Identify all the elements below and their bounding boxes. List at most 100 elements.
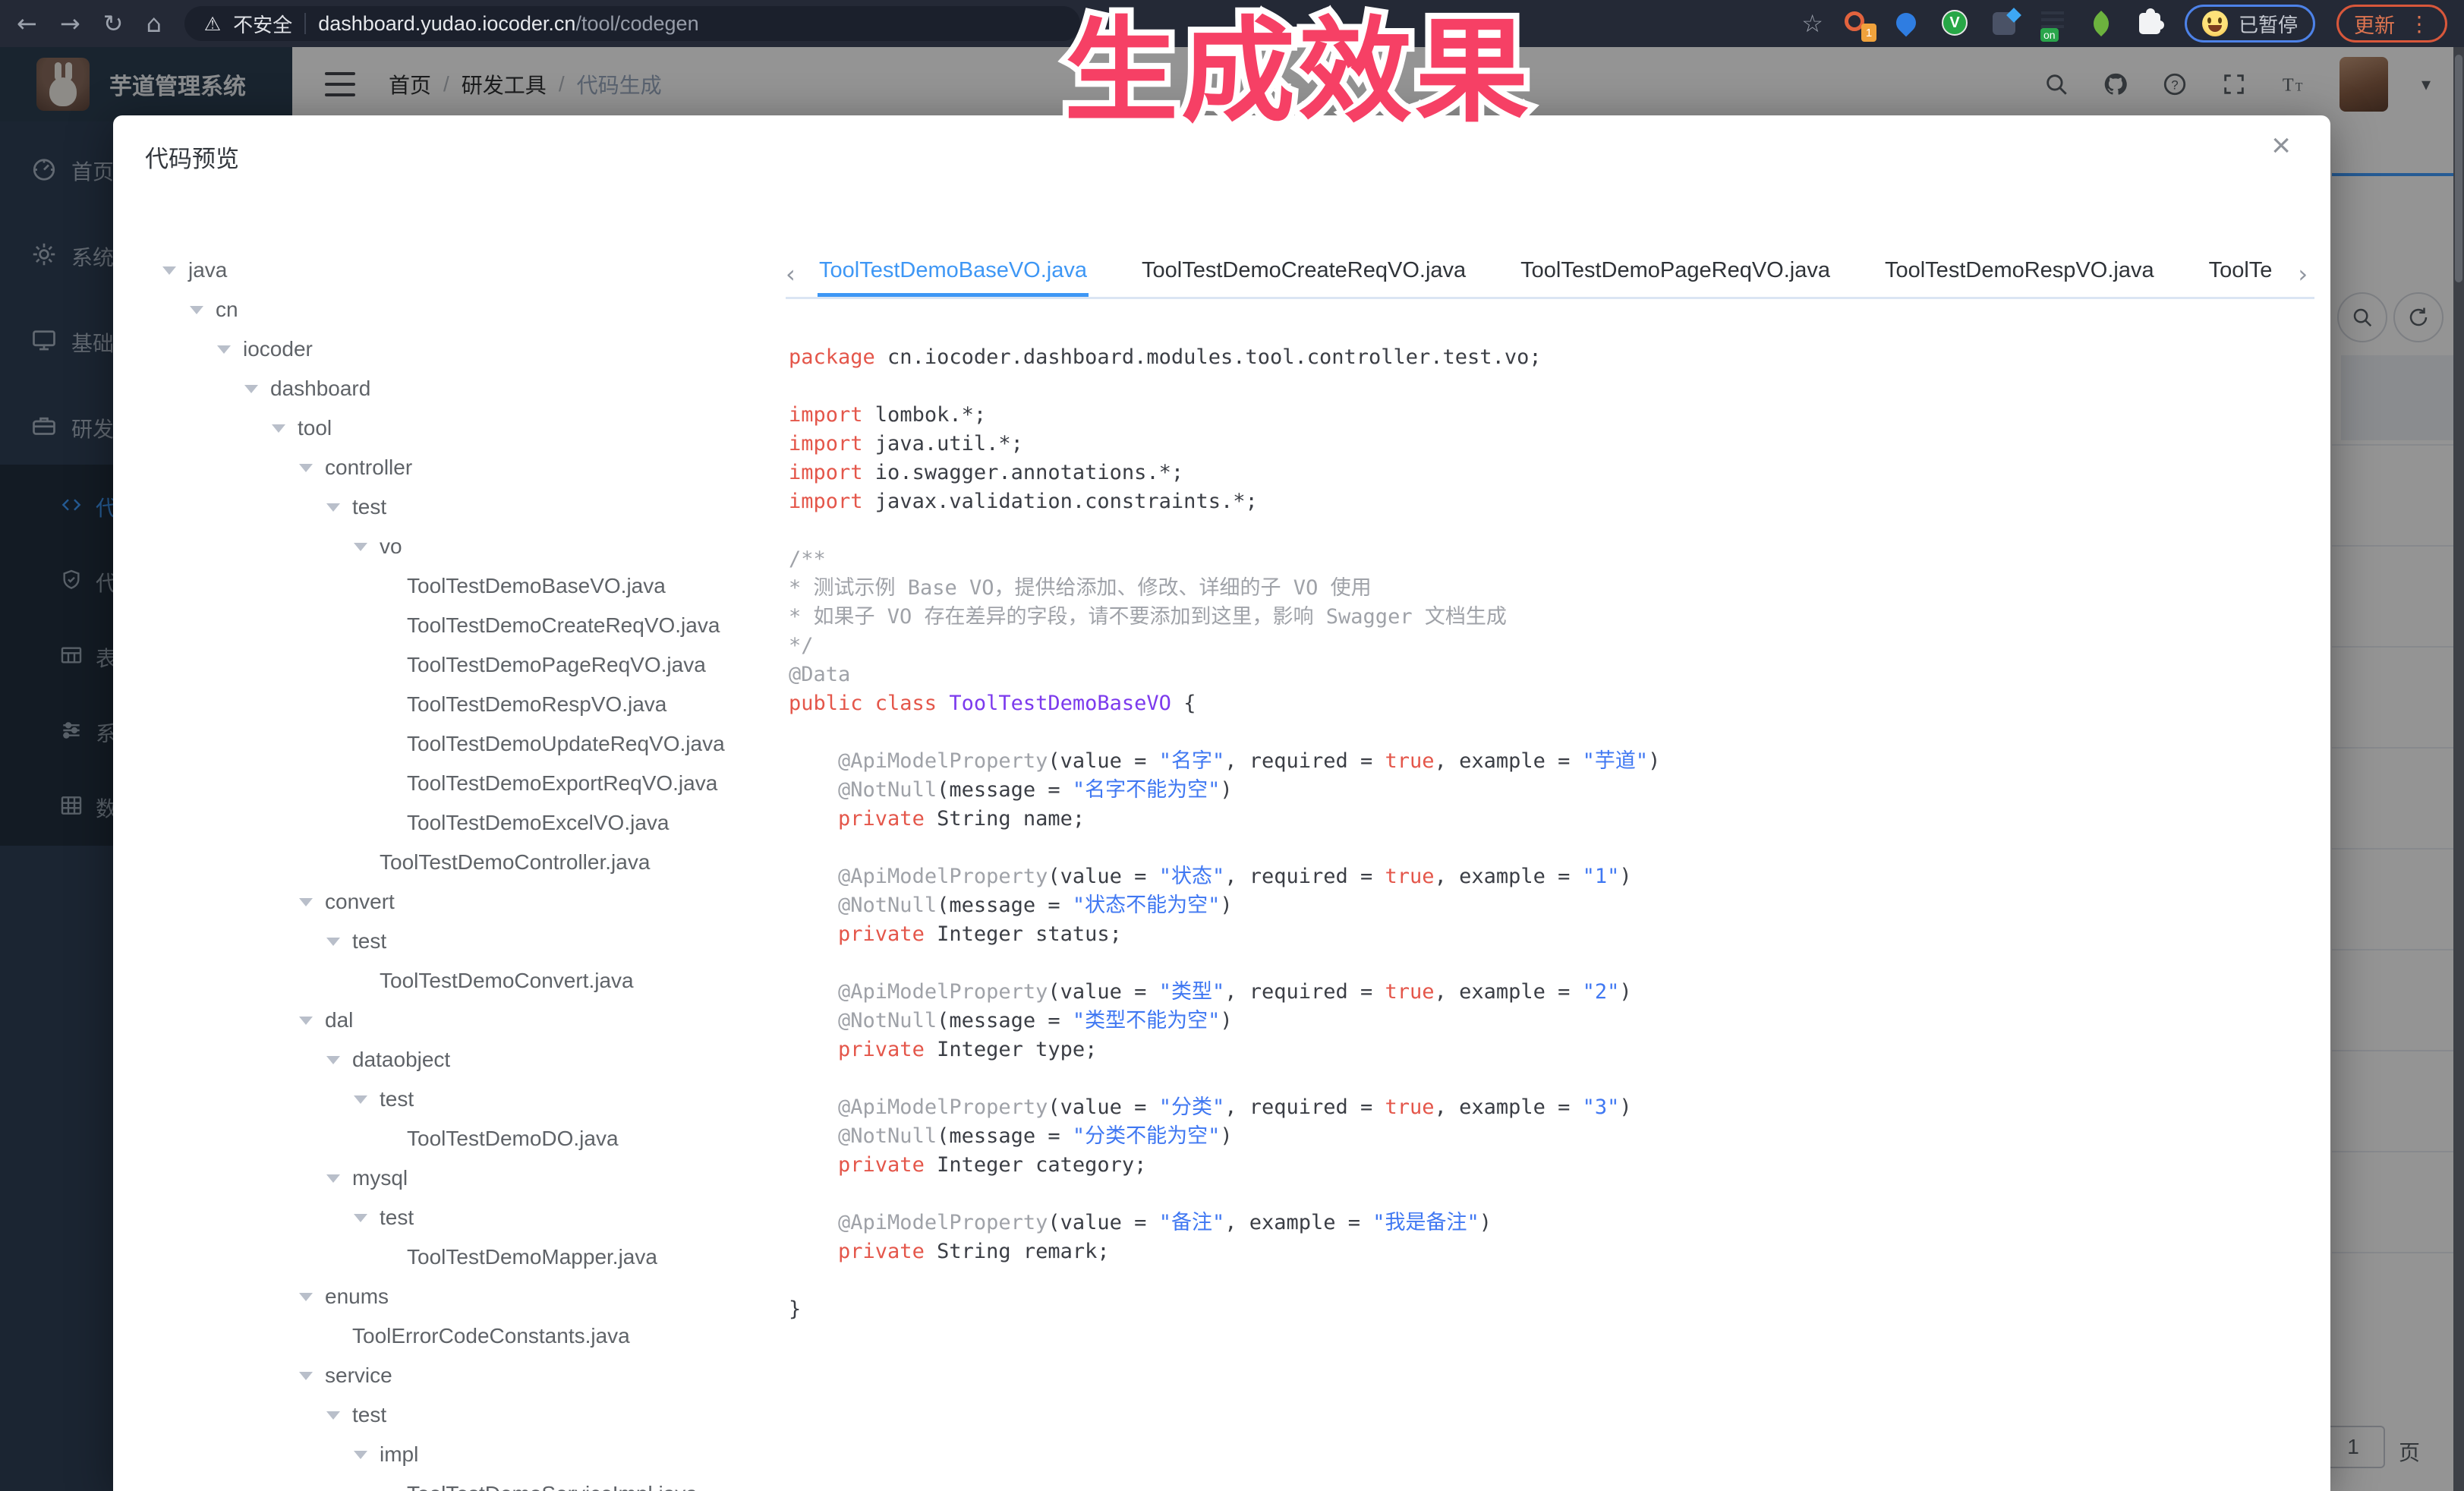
code-line: private String remark; [789, 1237, 1660, 1266]
tree-expand-icon[interactable] [190, 306, 203, 314]
tree-file[interactable]: ToolTestDemoExportReqVO.java [113, 764, 785, 803]
tree-file[interactable]: ToolTestDemoServiceImpl.java [113, 1474, 785, 1491]
tree-expand-icon[interactable] [354, 543, 367, 551]
tree-folder[interactable]: iocoder [113, 329, 785, 369]
tree-node-label: ToolTestDemoServiceImpl.java [407, 1482, 698, 1491]
address-bar[interactable]: ⚠ 不安全 dashboard.yudao.iocoder.cn/tool/co… [184, 6, 1080, 41]
tree-expand-icon[interactable] [217, 345, 231, 354]
tree-folder[interactable]: cn [113, 290, 785, 329]
tree-folder[interactable]: service [113, 1356, 785, 1395]
tree-expand-icon[interactable] [326, 1411, 340, 1420]
tree-file[interactable]: ToolTestDemoExcelVO.java [113, 803, 785, 843]
code-line: @NotNull(message = "分类不能为空") [789, 1122, 1660, 1151]
tabs-scroll-left-icon[interactable]: ‹ [786, 260, 819, 288]
tree-expand-icon[interactable] [299, 464, 313, 472]
code-line: @ApiModelProperty(value = "名字", required… [789, 747, 1660, 776]
tree-folder[interactable]: vo [113, 527, 785, 566]
file-tab-3[interactable]: ToolTestDemoRespVO.java [1885, 258, 2154, 297]
file-tree: javacniocoderdashboardtoolcontrollertest… [113, 251, 785, 1491]
tree-folder[interactable]: controller [113, 448, 785, 487]
tree-folder[interactable]: test [113, 1080, 785, 1119]
tree-file[interactable]: ToolTestDemoBaseVO.java [113, 566, 785, 606]
close-icon[interactable]: × [2271, 129, 2291, 162]
tree-file[interactable]: ToolTestDemoController.java [113, 843, 785, 882]
extension-icon[interactable]: on [2039, 10, 2066, 37]
tree-file[interactable]: ToolErrorCodeConstants.java [113, 1316, 785, 1356]
tree-node-label: dal [325, 1008, 353, 1032]
tree-expand-icon[interactable] [299, 1293, 313, 1301]
tree-folder[interactable]: test [113, 1198, 785, 1237]
tree-node-label: ToolTestDemoBaseVO.java [407, 574, 666, 598]
browser-update-button[interactable]: 更新 ⋮ [2336, 5, 2447, 43]
browser-menu-icon[interactable]: ⋮ [2409, 11, 2430, 36]
back-icon[interactable]: ← [17, 11, 37, 36]
tree-folder[interactable]: java [113, 251, 785, 290]
tree-node-label: ToolTestDemoExportReqVO.java [407, 771, 717, 796]
file-tab-2[interactable]: ToolTestDemoPageReqVO.java [1520, 258, 1830, 297]
tree-expand-icon[interactable] [244, 385, 258, 393]
update-label: 更新 [2354, 9, 2395, 39]
tree-file[interactable]: ToolTestDemoDO.java [113, 1119, 785, 1158]
tree-node-label: java [188, 258, 227, 282]
tree-folder[interactable]: tool [113, 408, 785, 448]
url-text[interactable]: dashboard.yudao.iocoder.cn/tool/codegen [318, 12, 698, 36]
tree-expand-icon[interactable] [326, 1056, 340, 1064]
code-viewer[interactable]: package cn.iocoder.dashboard.modules.too… [789, 343, 1660, 1324]
tabs-divider [786, 297, 2314, 299]
tree-expand-icon[interactable] [326, 1174, 340, 1183]
tree-file[interactable]: ToolTestDemoPageReqVO.java [113, 645, 785, 685]
file-tab-1[interactable]: ToolTestDemoCreateReqVO.java [1142, 258, 1466, 297]
extensions-puzzle-icon[interactable] [2136, 10, 2163, 37]
tree-folder[interactable]: test [113, 922, 785, 961]
tree-expand-icon[interactable] [354, 1451, 367, 1459]
code-line: @Data [789, 660, 1660, 689]
tree-file[interactable]: ToolTestDemoCreateReqVO.java [113, 606, 785, 645]
home-icon[interactable]: ⌂ [146, 11, 161, 36]
code-line: /** [789, 545, 1660, 574]
reload-icon[interactable]: ↻ [103, 11, 124, 36]
tree-expand-icon[interactable] [354, 1214, 367, 1222]
extension-pin-icon[interactable] [1893, 10, 1920, 37]
tree-folder[interactable]: dataobject [113, 1040, 785, 1080]
file-tab-0[interactable]: ToolTestDemoBaseVO.java [819, 258, 1087, 297]
tree-expand-icon[interactable] [299, 898, 313, 906]
extension-icon[interactable]: V [1942, 10, 1969, 37]
tree-expand-icon[interactable] [354, 1095, 367, 1104]
tree-expand-icon[interactable] [162, 266, 176, 275]
tree-expand-icon[interactable] [326, 503, 340, 512]
tree-folder[interactable]: dashboard [113, 369, 785, 408]
code-line: private Integer type; [789, 1036, 1660, 1064]
tree-file[interactable]: ToolTestDemoMapper.java [113, 1237, 785, 1277]
profile-paused-button[interactable]: 已暂停 [2185, 5, 2315, 43]
tree-expand-icon[interactable] [272, 424, 285, 433]
tree-folder[interactable]: dal [113, 1001, 785, 1040]
tree-node-label: iocoder [243, 337, 313, 361]
bookmark-star-icon[interactable]: ☆ [1801, 9, 1823, 38]
forward-icon[interactable]: → [60, 11, 80, 36]
tree-node-label: ToolTestDemoRespVO.java [407, 692, 666, 717]
code-line: @ApiModelProperty(value = "状态", required… [789, 862, 1660, 891]
tree-folder[interactable]: enums [113, 1277, 785, 1316]
code-line [789, 949, 1660, 978]
tree-folder[interactable]: mysql [113, 1158, 785, 1198]
tree-folder[interactable]: convert [113, 882, 785, 922]
tree-folder[interactable]: impl [113, 1435, 785, 1474]
tree-node-label: dataobject [352, 1048, 450, 1072]
extension-sprout-icon[interactable] [2087, 10, 2115, 37]
security-warning-icon[interactable]: ⚠ [204, 13, 221, 35]
window-scrollbar[interactable] [2453, 47, 2464, 1491]
tabs-scroll-right-icon[interactable]: › [2298, 260, 2308, 288]
file-tab-4[interactable]: ToolTe [2209, 258, 2273, 297]
code-line: @ApiModelProperty(value = "备注", example … [789, 1209, 1660, 1237]
tree-expand-icon[interactable] [299, 1017, 313, 1025]
tree-file[interactable]: ToolTestDemoConvert.java [113, 961, 785, 1001]
tree-folder[interactable]: test [113, 487, 785, 527]
tree-expand-icon[interactable] [326, 938, 340, 946]
tree-file[interactable]: ToolTestDemoRespVO.java [113, 685, 785, 724]
tree-expand-icon[interactable] [299, 1372, 313, 1380]
tree-folder[interactable]: test [113, 1395, 785, 1435]
tree-file[interactable]: ToolTestDemoUpdateReqVO.java [113, 724, 785, 764]
extension-icon[interactable] [1990, 10, 2018, 37]
extension-icon[interactable]: 1 [1845, 10, 1872, 37]
tree-node-label: ToolTestDemoDO.java [407, 1127, 619, 1151]
